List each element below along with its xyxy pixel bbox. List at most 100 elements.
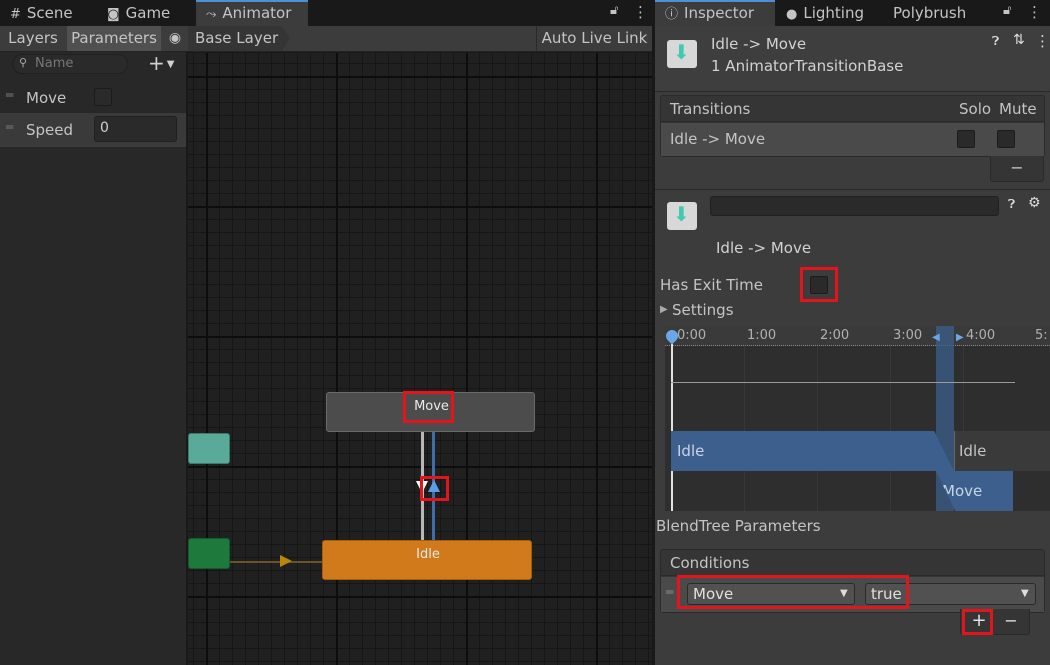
drag-handle-icon[interactable]: ═	[6, 120, 13, 134]
condition-mode-dropdown[interactable]: true ▼	[865, 583, 1036, 605]
chevron-down-icon: ▼	[840, 588, 848, 599]
settings-foldout-label[interactable]: Settings	[672, 301, 734, 319]
arrow-up-icon[interactable]	[428, 480, 440, 492]
separator	[655, 189, 1050, 190]
transition-row[interactable]: Idle -> Move	[661, 123, 1044, 156]
playhead-line[interactable]	[671, 344, 673, 511]
transitions-header-label: Transitions	[670, 100, 751, 118]
arrow-right-icon	[280, 555, 292, 567]
any-state-node[interactable]	[188, 433, 230, 464]
move-node-label: Move	[414, 399, 449, 414]
transition-name-field[interactable]	[710, 196, 999, 216]
add-symbol: +	[148, 51, 165, 75]
move-bool-checkbox[interactable]	[94, 88, 112, 106]
move-state-node[interactable]: Move	[326, 392, 535, 432]
preset-icon[interactable]: ⇅	[1013, 32, 1025, 48]
parameter-name: Speed	[26, 121, 74, 139]
tab-game[interactable]: ◙ Game	[97, 0, 192, 26]
solo-header-label: Solo	[959, 100, 992, 118]
transition-start-marker-icon[interactable]: ◀	[932, 332, 940, 343]
condition-parameter-dropdown[interactable]: Move ▼	[687, 583, 855, 605]
mute-checkbox[interactable]	[997, 130, 1015, 148]
transition-detail-name: Idle -> Move	[716, 239, 812, 257]
parameters-tab[interactable]: Parameters	[67, 26, 161, 51]
transitions-list: Transitions Solo Mute Idle -> Move	[660, 95, 1045, 157]
parameter-name: Move	[26, 89, 67, 107]
tick-label: 5:	[1035, 328, 1048, 343]
lock-icon[interactable]: 🔓︎	[610, 3, 618, 18]
bulb-icon: ●	[786, 7, 798, 22]
entry-node[interactable]	[188, 538, 230, 569]
more-icon[interactable]: ⋮	[1035, 32, 1050, 50]
tab-animator[interactable]: ⤳ Animator	[196, 0, 308, 26]
animator-toolbar: Layers Parameters ◉ Base Layer Auto Live…	[0, 26, 652, 52]
more-menu-icon[interactable]: ⋮	[1027, 3, 1042, 21]
entry-transition-line[interactable]	[230, 561, 322, 563]
animator-graph[interactable]: Move Idle	[188, 53, 652, 665]
transition-end-marker-icon[interactable]: ▶	[956, 332, 964, 343]
inspector-title: Idle -> Move	[711, 35, 807, 53]
timeline-gridline	[890, 346, 891, 511]
tab-scene[interactable]: # Scene	[0, 0, 95, 26]
tab-polybrush[interactable]: Polybrush	[883, 0, 983, 26]
chevron-down-icon: ▼	[166, 58, 175, 70]
inspector-panel: ⬇ Idle -> Move 1 AnimatorTransitionBase …	[655, 26, 1050, 665]
speed-float-field[interactable]: 0	[94, 116, 177, 142]
tab-inspector[interactable]: ⓘ Inspector	[655, 0, 775, 26]
settings-gear-icon[interactable]: ⚙	[1028, 195, 1041, 211]
right-tabbar: ⓘ Inspector ● Lighting Polybrush 🔓︎ ⋮	[655, 0, 1050, 26]
arrow-down-icon	[416, 481, 428, 493]
condition-mode-value: true	[871, 585, 902, 603]
tab-lighting[interactable]: ● Lighting	[776, 0, 881, 26]
drag-handle-icon[interactable]: ═	[666, 585, 673, 599]
tick-label: 4:00	[966, 328, 996, 343]
timeline-gridline	[744, 346, 745, 511]
timeline-ruler[interactable]: 0:00 1:00 2:00 3:00 4:00 5:	[665, 326, 1050, 346]
search-icon: ⚲	[19, 56, 28, 69]
foldout-arrow-icon[interactable]: ▶	[660, 304, 668, 315]
conditions-header-label: Conditions	[670, 554, 750, 572]
transitions-list-header: Transitions Solo Mute	[661, 96, 1044, 122]
breadcrumb-base-layer[interactable]: Base Layer	[188, 26, 290, 51]
help-icon[interactable]: ❓︎	[992, 34, 999, 49]
grid-icon: #	[10, 7, 21, 22]
eye-icon[interactable]: ◉	[163, 26, 187, 51]
tick-label: 2:00	[820, 328, 850, 343]
idle-clip-bar-next[interactable]: Idle	[954, 431, 1050, 471]
drag-handle-icon[interactable]: ═	[6, 88, 13, 102]
solo-checkbox[interactable]	[957, 130, 975, 148]
idle-clip-bar[interactable]: Idle	[671, 431, 954, 471]
conditions-header: Conditions	[661, 550, 1044, 576]
mute-header-label: Mute	[999, 100, 1037, 118]
tab-polybrush-label: Polybrush	[893, 4, 967, 22]
inspector-subtitle: 1 AnimatorTransitionBase	[711, 57, 904, 75]
parameter-row-speed[interactable]: ═ Speed 0	[0, 113, 186, 147]
help-icon[interactable]: ❓︎	[1008, 197, 1015, 212]
weight-curve	[671, 382, 1015, 383]
idle-clip-next-label: Idle	[959, 442, 987, 460]
auto-live-link-button[interactable]: Auto Live Link	[536, 26, 652, 51]
condition-parameter-value: Move	[693, 585, 734, 603]
tick-label: 3:00	[893, 328, 923, 343]
has-exit-time-checkbox[interactable]	[810, 276, 828, 294]
has-exit-time-label: Has Exit Time	[660, 276, 763, 294]
search-field[interactable]: ⚲ Name	[12, 54, 128, 74]
transition-timeline[interactable]: 0:00 1:00 2:00 3:00 4:00 5: ◀ ▶ Idle Idl…	[663, 326, 1050, 511]
layers-tab[interactable]: Layers	[0, 26, 66, 51]
idle-state-node[interactable]: Idle	[322, 540, 532, 580]
tab-lighting-label: Lighting	[803, 4, 864, 22]
blendtree-parameters-label: BlendTree Parameters	[656, 517, 821, 535]
remove-condition-button[interactable]: −	[997, 609, 1025, 633]
search-placeholder: Name	[35, 56, 74, 71]
idle-node-label: Idle	[416, 547, 440, 562]
parameter-row-move[interactable]: ═ Move	[0, 84, 186, 112]
add-condition-button[interactable]: +	[965, 609, 993, 633]
add-parameter-button[interactable]: + ▼	[148, 52, 184, 74]
conditions-list: Conditions ═ Move ▼ true ▼	[660, 549, 1045, 613]
tab-game-label: Game	[125, 4, 171, 22]
condition-row[interactable]: ═ Move ▼ true ▼	[661, 577, 1044, 612]
lock-icon[interactable]: 🔓︎	[1003, 3, 1011, 18]
more-menu-icon[interactable]: ⋮	[633, 3, 648, 21]
idle-clip-label: Idle	[677, 442, 705, 460]
remove-transition-button[interactable]: −	[990, 156, 1044, 182]
